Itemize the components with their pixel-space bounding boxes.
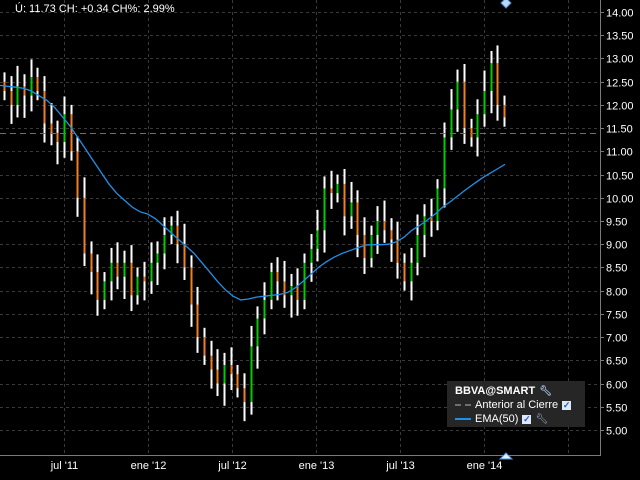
y-tick-label: 7.00 [606,333,627,345]
legend-item-label: EMA(50) [475,413,519,425]
y-tick-label: 9.00 [606,240,627,252]
y-tick-label: 14.00 [606,8,634,20]
y-axis: 14.00 13.50 13.00 12.50 12.00 11.50 11.00 10.50… [600,8,634,438]
y-tick-label: 5.50 [606,403,627,415]
y-tick-label: 12.50 [606,78,634,90]
y-tick-label: 6.00 [606,380,627,392]
y-tick-label: 7.50 [606,310,627,322]
x-tick-label: ene '14 [467,460,503,472]
legend-item-label: Anterior al Cierre [475,399,559,411]
y-tick-label: 8.00 [606,287,627,299]
x-tick-label: ene '12 [131,460,167,472]
checkbox-icon[interactable]: ✓ [562,400,572,410]
x-tick-label: jul '13 [385,460,414,472]
y-tick-label: 8.50 [606,263,627,275]
y-tick-label: 10.00 [606,194,634,206]
ohlc-bars [3,45,506,422]
x-tick-label: jul '11 [50,460,79,472]
checkbox-icon[interactable]: ✓ [522,414,532,424]
quote-header: Ú: 11.73 CH: +0.34 CH%: 2.99% [15,3,175,15]
y-tick-label: 13.50 [606,31,634,43]
legend-title: BBVA@SMART [455,385,536,397]
dashed-line-swatch-icon [455,404,471,406]
x-axis: jul '11 ene '12 jul '12 ene '13 jul '13 ene '… [50,460,503,472]
legend-panel: BBVA@SMART 🔧︎ Anterior al Cierre ✓ EMA(5… [447,381,585,427]
y-tick-label: 10.50 [606,171,634,183]
y-tick-label: 11.50 [606,124,633,136]
y-tick-label: 13.00 [606,54,634,66]
x-tick-label: jul '12 [217,460,246,472]
y-tick-label: 12.00 [606,101,634,113]
y-tick-label: 11.00 [606,147,633,159]
y-tick-label: 5.00 [606,426,627,438]
wrench-icon[interactable]: 🔧︎ [539,386,552,397]
x-tick-label: ene '13 [299,460,335,472]
top-scroll-marker-icon [500,0,512,9]
y-tick-label: 6.50 [606,356,627,368]
y-tick-label: 9.50 [606,217,627,229]
solid-line-swatch-icon [455,418,471,420]
wrench-icon[interactable]: 🔧︎ [535,414,548,425]
